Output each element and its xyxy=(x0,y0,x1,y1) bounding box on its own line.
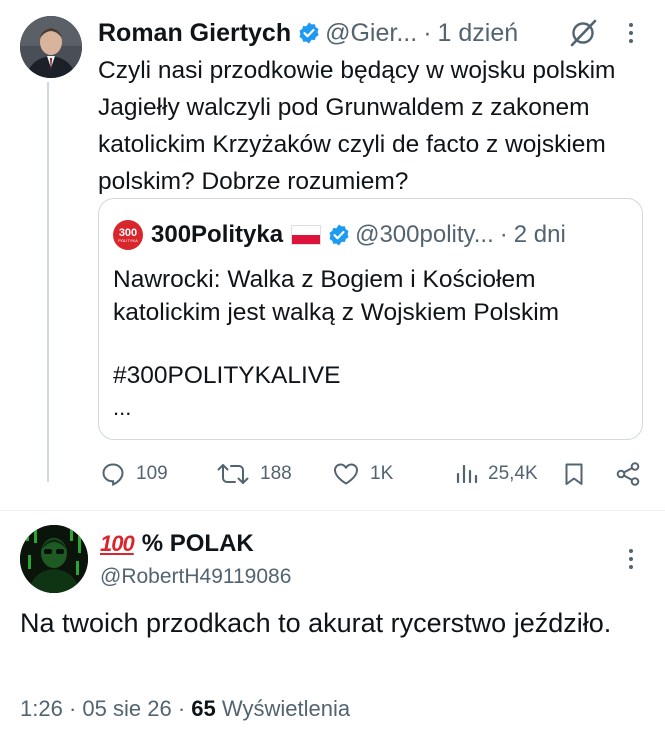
separator-dot: · xyxy=(499,221,508,248)
reply-button[interactable]: 109 xyxy=(100,456,168,492)
views-count: 25,4K xyxy=(488,463,538,484)
300polityka-logo[interactable]: 300 POLITYKA xyxy=(113,220,143,250)
more-options-icon[interactable] xyxy=(624,20,638,46)
bookmark-icon xyxy=(565,463,583,485)
tweet-text: Czyli nasi przodkowie będący w wojsku po… xyxy=(98,57,616,195)
quoted-tweet-card[interactable]: 300 POLITYKA 300Polityka @300polity... ·… xyxy=(98,198,643,440)
reply-icon xyxy=(102,463,124,487)
poland-flag-icon xyxy=(291,225,322,245)
hundred-points-icon: 100 xyxy=(100,531,135,556)
like-button[interactable]: 1K xyxy=(332,456,393,492)
share-button[interactable] xyxy=(614,456,652,492)
tweet-time[interactable]: 1 dzień xyxy=(438,19,519,48)
reply-author-handle[interactable]: @RobertH49119086 xyxy=(100,565,291,589)
share-icon xyxy=(616,462,640,486)
retweet-count: 188 xyxy=(260,463,292,484)
quoted-author-name[interactable]: 300Polityka xyxy=(151,221,283,249)
retweet-button[interactable]: 188 xyxy=(216,456,292,492)
quoted-tweet-time[interactable]: 2 dni xyxy=(514,221,566,249)
tweet-actions-bar: 109 188 1K 25,4K xyxy=(98,456,644,492)
reply-author-avatar[interactable] xyxy=(20,525,88,593)
quoted-ellipsis: ... xyxy=(113,395,132,420)
thread-line xyxy=(47,82,49,482)
grok-icon[interactable] xyxy=(568,18,598,48)
quoted-tweet-text: Nawrocki: Walka z Bogiem i Kościołem kat… xyxy=(113,266,560,326)
reply-author-name[interactable]: 100 % POLAK xyxy=(100,528,254,560)
verified-badge-icon xyxy=(297,21,321,45)
bookmark-button[interactable] xyxy=(563,456,595,492)
reply-views-label: Wyświetlenia xyxy=(221,696,351,721)
like-count: 1K xyxy=(370,463,394,484)
analytics-icon xyxy=(456,464,478,484)
reply-author-name-text: % POLAK xyxy=(141,530,254,557)
author-name[interactable]: Roman Giertych xyxy=(98,19,291,48)
reply-tweet-text: Na twoich przodkach to akurat rycerstwo … xyxy=(20,608,612,638)
quoted-tweet-header: 300 POLITYKA 300Polityka @300polity... ·… xyxy=(113,219,566,251)
reply-count: 109 xyxy=(136,463,168,484)
retweet-icon xyxy=(217,464,249,484)
more-options-icon[interactable] xyxy=(624,546,638,572)
reply-time[interactable]: 1:26 xyxy=(20,696,63,721)
author-handle[interactable]: @Gier... xyxy=(325,19,417,48)
reply-tweet-meta: 1:26 · 05 sie 26 · 65 Wyświetlenia xyxy=(20,696,350,722)
separator-dot: · xyxy=(177,696,192,721)
avatar-portrait-icon xyxy=(20,16,82,78)
reply-views-count: 65 xyxy=(191,696,216,721)
views-button[interactable]: 25,4K xyxy=(454,456,538,492)
separator-dot: · xyxy=(423,18,432,47)
quoted-hashtag[interactable]: #300POLITYKALIVE xyxy=(113,359,340,392)
tweet-header: Roman Giertych @Gier... · 1 dzień xyxy=(98,16,648,50)
separator-dot: · xyxy=(68,696,83,721)
verified-badge-icon xyxy=(327,223,351,247)
author-avatar[interactable] xyxy=(20,16,82,78)
avatar-matrix-icon xyxy=(20,525,88,593)
tweet-divider xyxy=(0,510,665,511)
reply-date[interactable]: 05 sie 26 xyxy=(82,696,171,721)
quoted-author-handle[interactable]: @300polity... xyxy=(355,221,494,249)
heart-icon xyxy=(334,463,358,485)
